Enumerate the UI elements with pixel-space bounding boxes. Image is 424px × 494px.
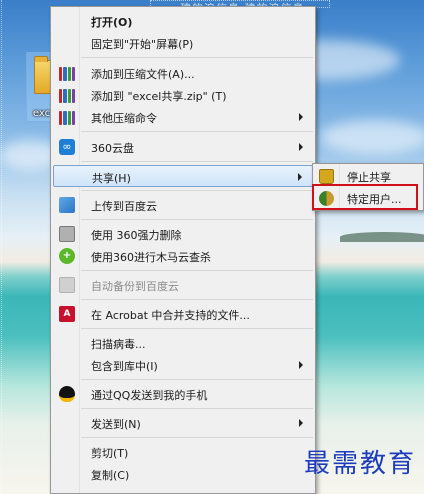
menu-separator [81,131,313,132]
menu-item-label: 打开(O) [91,16,133,29]
menu-item-open[interactable]: 打开(O) [53,10,313,32]
menu-item-include-in-library[interactable]: 包含到库中(I) [53,354,313,376]
menu-separator [81,219,313,220]
menu-item-label: 在 Acrobat 中合并支持的文件... [91,309,250,322]
menu-item-label: 共享(H) [92,172,131,185]
menu-separator [81,437,313,438]
menu-separator [81,328,313,329]
acrobat-icon: A [59,306,75,322]
menu-item-label: 复制(C) [91,469,130,482]
menu-item-label: 固定到"开始"屏幕(P) [91,38,194,51]
menu-item-acrobat-combine[interactable]: A 在 Acrobat 中合并支持的文件... [53,303,313,325]
watermark-text: 最需教育 [303,449,416,479]
menu-item-send-to[interactable]: 发送到(N) [53,412,313,434]
baidu-cloud-icon [59,197,75,213]
context-menu: 打开(O) 固定到"开始"屏幕(P) 添加到压缩文件(A)... 添加到 "ex… [50,6,316,494]
menu-item-pin-to-start[interactable]: 固定到"开始"屏幕(P) [53,32,313,54]
menu-item-qq-send-phone[interactable]: 通过QQ发送到我的手机 [53,383,313,405]
menu-item-360-trojan-scan[interactable]: + 使用360进行木马云查杀 [53,245,313,267]
menu-item-label: 使用 360强力删除 [91,229,182,242]
menu-item-label: 包含到库中(I) [91,360,158,373]
sky-cloud [320,120,424,154]
menu-item-label: 自动备份到百度云 [91,280,179,293]
menu-item-label: 使用360进行木马云查杀 [91,251,211,264]
menu-separator [81,270,313,271]
menu-separator [81,299,313,300]
menu-item-other-compress[interactable]: 其他压缩命令 [53,106,313,128]
menu-item-label: 剪切(T) [91,447,129,460]
menu-item-share[interactable]: 共享(H) [53,165,313,187]
backup-icon [59,277,75,293]
submenu-arrow-icon [299,361,303,369]
submenu-arrow-icon [298,173,302,181]
menu-separator [81,379,313,380]
menu-item-add-to-archive[interactable]: 添加到压缩文件(A)... [53,62,313,84]
menu-item-scan-virus[interactable]: 扫描病毒... [53,332,313,354]
menu-separator [81,161,313,162]
winrar-icon [59,109,75,125]
menu-item-label: 通过QQ发送到我的手机 [91,389,208,402]
shredder-icon [59,226,75,242]
menu-item-label: 添加到 "excel共享.zip" (T) [91,90,227,103]
winrar-icon [59,87,75,103]
menu-item-360-shred[interactable]: 使用 360强力删除 [53,223,313,245]
submenu-arrow-icon [299,143,303,151]
distant-island [340,232,424,242]
menu-item-label: 扫描病毒... [91,338,146,351]
menu-item-label: 添加到压缩文件(A)... [91,68,195,81]
360-cloud-icon: ∞ [59,139,75,155]
menu-separator [81,408,313,409]
menu-item-label: 发送到(N) [91,418,141,431]
menu-item-copy[interactable]: 复制(C) [53,463,313,485]
selection-edge [1,0,2,494]
menu-item-upload-baidu[interactable]: 上传到百度云 [53,194,313,216]
submenu-arrow-icon [299,419,303,427]
menu-separator [81,190,313,191]
menu-item-label: 其他压缩命令 [91,112,157,125]
submenu-item-label: 停止共享 [347,171,391,184]
winrar-icon [59,65,75,81]
menu-separator [81,57,313,58]
callout-highlight-box [312,184,418,210]
menu-item-cut[interactable]: 剪切(T) [53,441,313,463]
menu-item-auto-backup-baidu[interactable]: 自动备份到百度云 [53,274,313,296]
menu-item-add-to-zip[interactable]: 添加到 "excel共享.zip" (T) [53,84,313,106]
menu-item-label: 上传到百度云 [91,200,157,213]
submenu-arrow-icon [299,113,303,121]
lock-icon [319,169,334,184]
menu-item-label: 360云盘 [91,142,134,155]
360-scan-icon: + [59,248,75,264]
menu-item-360-cloud[interactable]: ∞ 360云盘 [53,136,313,158]
qq-icon [59,386,75,402]
